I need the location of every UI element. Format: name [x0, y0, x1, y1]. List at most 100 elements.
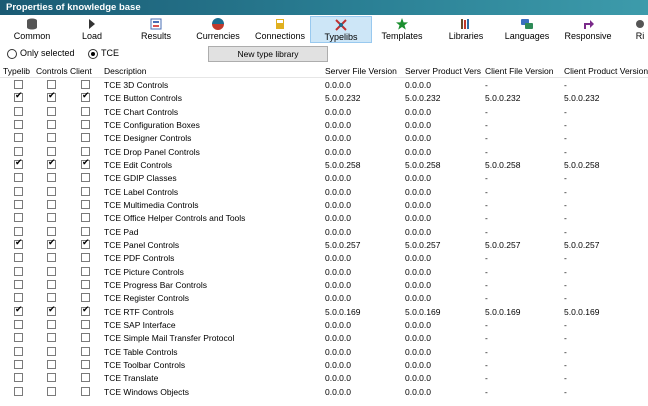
typelib-checkbox[interactable] — [14, 91, 23, 103]
table-row[interactable]: TCE Table Controls 0.0.0.0 0.0.0.0 - - — [0, 345, 648, 358]
typelib-checkbox[interactable] — [14, 333, 23, 343]
client-checkbox[interactable] — [81, 80, 90, 89]
toolbar-typelibs-button[interactable]: Typelibs — [310, 16, 372, 43]
typelib-checkbox[interactable] — [14, 386, 23, 396]
table-row[interactable]: TCE Multimedia Controls 0.0.0.0 0.0.0.0 - - — [0, 198, 648, 211]
table-row[interactable]: TCE Windows Objects 0.0.0.0 0.0.0.0 - - — [0, 385, 648, 398]
col-server-product-version[interactable]: Server Product Versi... — [405, 66, 481, 76]
client-checkbox[interactable] — [81, 386, 90, 396]
table-row[interactable]: TCE Simple Mail Transfer Protocol 0.0.0.0… — [0, 331, 648, 344]
table-row[interactable]: TCE Translate 0.0.0.0 0.0.0.0 - - — [0, 371, 648, 384]
client-checkbox[interactable] — [81, 213, 90, 223]
client-checkbox[interactable] — [81, 133, 90, 143]
table-row[interactable]: TCE Progress Bar Controls 0.0.0.0 0.0.0.0 -… — [0, 278, 648, 291]
toolbar-common-button[interactable]: Common — [10, 16, 54, 43]
toolbar-load-button[interactable]: Load — [70, 16, 114, 43]
table-row[interactable]: TCE Drop Panel Controls 0.0.0.0 0.0.0.0 - - — [0, 145, 648, 158]
col-client[interactable]: Client — [70, 66, 92, 76]
new-type-library-button[interactable]: New type library — [208, 46, 328, 62]
toolbar-results-button[interactable]: Results — [128, 16, 184, 43]
controls-checkbox[interactable] — [47, 279, 56, 289]
toolbar-currencies-button[interactable]: Currencies — [196, 16, 240, 43]
table-row[interactable]: TCE Button Controls 5.0.0.232 5.0.0.232 5.0… — [0, 91, 648, 104]
table-row[interactable]: TCE Designer Controls 0.0.0.0 0.0.0.0 - - — [0, 131, 648, 144]
controls-checkbox[interactable] — [47, 359, 56, 369]
client-checkbox[interactable] — [81, 319, 90, 329]
table-row[interactable]: TCE GDIP Classes 0.0.0.0 0.0.0.0 - - — [0, 171, 648, 184]
typelib-checkbox[interactable] — [14, 106, 23, 116]
table-row[interactable]: TCE SAP Interface 0.0.0.0 0.0.0.0 - - — [0, 318, 648, 331]
typelib-checkbox[interactable] — [14, 119, 23, 129]
table-row[interactable]: TCE Label Controls 0.0.0.0 0.0.0.0 - - — [0, 185, 648, 198]
client-checkbox[interactable] — [81, 106, 90, 116]
table-row[interactable]: TCE Panel Controls 5.0.0.257 5.0.0.257 5.0.… — [0, 238, 648, 251]
client-checkbox[interactable] — [81, 266, 90, 276]
client-checkbox[interactable] — [81, 199, 90, 209]
controls-checkbox[interactable] — [47, 146, 56, 156]
table-row[interactable]: TCE Edit Controls 5.0.0.258 5.0.0.258 5.0.0… — [0, 158, 648, 171]
table-row[interactable]: TCE Toolbar Controls 0.0.0.0 0.0.0.0 - - — [0, 358, 648, 371]
col-controls[interactable]: Controls — [36, 66, 68, 76]
table-row[interactable]: TCE Pad 0.0.0.0 0.0.0.0 - - — [0, 225, 648, 238]
controls-checkbox[interactable] — [47, 266, 56, 276]
client-checkbox[interactable] — [81, 293, 90, 303]
client-checkbox[interactable] — [81, 253, 90, 263]
controls-checkbox[interactable] — [47, 213, 56, 223]
client-checkbox[interactable] — [81, 305, 90, 316]
controls-checkbox[interactable] — [47, 173, 56, 183]
controls-checkbox[interactable] — [47, 373, 56, 383]
table-row[interactable]: TCE Office Helper Controls and Tools 0.0.… — [0, 211, 648, 224]
controls-checkbox[interactable] — [47, 106, 56, 116]
client-checkbox[interactable] — [81, 346, 90, 356]
controls-checkbox[interactable] — [47, 386, 56, 396]
typelib-checkbox[interactable] — [14, 346, 23, 356]
client-checkbox[interactable] — [81, 373, 90, 383]
client-checkbox[interactable] — [81, 173, 90, 183]
controls-checkbox[interactable] — [47, 319, 56, 329]
controls-checkbox[interactable] — [47, 333, 56, 343]
client-checkbox[interactable] — [81, 119, 90, 129]
typelib-checkbox[interactable] — [14, 293, 23, 303]
controls-checkbox[interactable] — [47, 186, 56, 196]
controls-checkbox[interactable] — [47, 238, 56, 249]
table-row[interactable]: TCE Picture Controls 0.0.0.0 0.0.0.0 - - — [0, 265, 648, 278]
col-typelib[interactable]: Typelib — [3, 66, 30, 76]
controls-checkbox[interactable] — [47, 133, 56, 143]
controls-checkbox[interactable] — [47, 158, 56, 169]
typelib-checkbox[interactable] — [14, 80, 23, 89]
table-row[interactable]: TCE PDF Controls 0.0.0.0 0.0.0.0 - - — [0, 251, 648, 264]
col-client-product-version[interactable]: Client Product Version — [564, 66, 648, 76]
client-checkbox[interactable] — [81, 359, 90, 369]
col-client-file-version[interactable]: Client File Version — [485, 66, 554, 76]
toolbar-languages-button[interactable]: Languages — [502, 16, 552, 43]
typelib-checkbox[interactable] — [14, 213, 23, 223]
toolbar-libraries-button[interactable]: Libraries — [440, 16, 492, 43]
table-row[interactable]: TCE Chart Controls 0.0.0.0 0.0.0.0 - - — [0, 105, 648, 118]
typelib-checkbox[interactable] — [14, 186, 23, 196]
toolbar-connections-button[interactable]: Connections — [252, 16, 308, 43]
client-checkbox[interactable] — [81, 186, 90, 196]
col-description[interactable]: Description — [104, 66, 147, 76]
typelib-checkbox[interactable] — [14, 133, 23, 143]
typelib-checkbox[interactable] — [14, 158, 23, 169]
client-checkbox[interactable] — [81, 226, 90, 236]
typelib-checkbox[interactable] — [14, 253, 23, 263]
controls-checkbox[interactable] — [47, 346, 56, 356]
toolbar-ri-button[interactable]: Ri — [630, 16, 648, 43]
toolbar-templates-button[interactable]: Templates — [376, 16, 428, 43]
only-selected-radio[interactable] — [7, 49, 17, 59]
controls-checkbox[interactable] — [47, 305, 56, 316]
typelib-checkbox[interactable] — [14, 359, 23, 369]
controls-checkbox[interactable] — [47, 293, 56, 303]
client-checkbox[interactable] — [81, 91, 90, 103]
client-checkbox[interactable] — [81, 238, 90, 249]
client-checkbox[interactable] — [81, 279, 90, 289]
col-server-file-version[interactable]: Server File Version — [325, 66, 397, 76]
typelib-checkbox[interactable] — [14, 238, 23, 249]
controls-checkbox[interactable] — [47, 80, 56, 89]
typelib-checkbox[interactable] — [14, 373, 23, 383]
typelib-checkbox[interactable] — [14, 146, 23, 156]
controls-checkbox[interactable] — [47, 199, 56, 209]
client-checkbox[interactable] — [81, 333, 90, 343]
typelib-checkbox[interactable] — [14, 279, 23, 289]
